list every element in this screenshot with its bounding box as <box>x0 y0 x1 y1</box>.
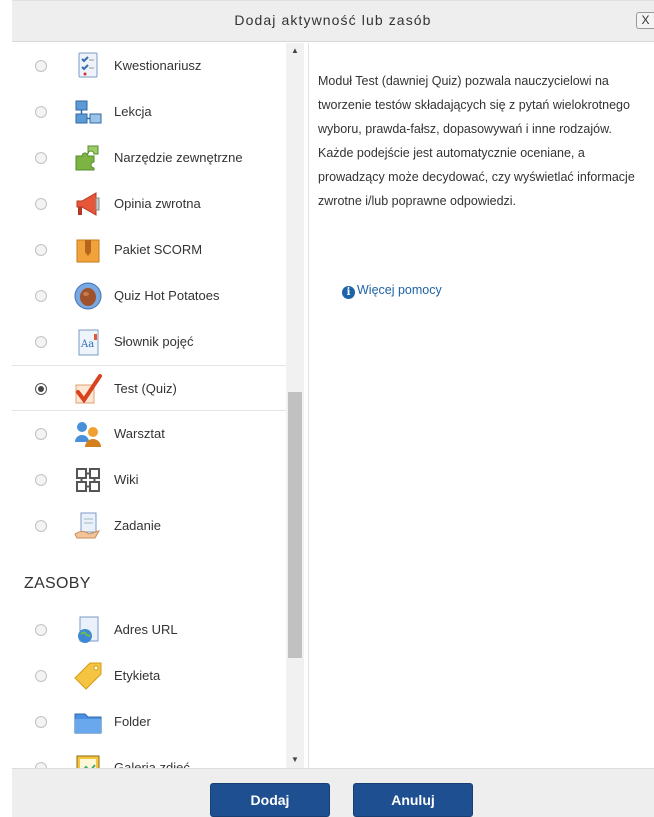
list-item-label: Quiz Hot Potatoes <box>114 288 220 303</box>
list-item[interactable]: Adres URL <box>12 607 284 653</box>
dialog-footer: Dodaj Anuluj <box>12 768 654 817</box>
list-item[interactable]: Lekcja <box>12 89 284 135</box>
puzzle-icon <box>75 145 99 171</box>
module-description: Moduł Test (dawniej Quiz) pozwala nauczy… <box>318 74 635 208</box>
radio-button[interactable] <box>35 198 47 210</box>
add-activity-dialog: Dodaj aktywność lub zasób X Kwestionariu… <box>0 0 654 817</box>
scroll-up-arrow-icon[interactable]: ▲ <box>286 43 304 59</box>
list-item-label: Narzędzie zewnętrzne <box>114 150 243 165</box>
list-item[interactable]: Test (Quiz) <box>12 365 297 411</box>
globe-icon <box>78 616 99 643</box>
radio-button[interactable] <box>35 670 47 682</box>
list-item[interactable]: Zadanie <box>12 503 284 549</box>
list-item[interactable]: Folder <box>12 699 284 745</box>
list-item-label: Opinia zwrotna <box>114 196 201 211</box>
module-description-panel: Moduł Test (dawniej Quiz) pozwala nauczy… <box>310 43 654 768</box>
list-item-label: Słownik pojęć <box>114 334 194 349</box>
glossary-icon: Aa <box>78 329 99 356</box>
list-item[interactable]: Opinia zwrotna <box>12 181 284 227</box>
cancel-button[interactable]: Anuluj <box>353 783 473 817</box>
scrollbar-thumb[interactable] <box>288 392 302 658</box>
radio-button[interactable] <box>35 152 47 164</box>
dialog-title: Dodaj aktywność lub zasób <box>234 12 432 28</box>
list-item-label: Wiki <box>114 472 139 487</box>
radio-button[interactable] <box>35 290 47 302</box>
radio-button[interactable] <box>35 60 47 72</box>
more-help-label: Więcej pomocy <box>357 283 442 297</box>
dialog-header: Dodaj aktywność lub zasób X <box>12 0 654 42</box>
svg-text:Aa: Aa <box>80 339 94 350</box>
megaphone-icon <box>76 192 100 216</box>
label-tag-icon <box>74 662 102 690</box>
radio-button[interactable] <box>35 474 47 486</box>
list-item[interactable]: Galeria zdjęć <box>12 745 284 768</box>
radio-button[interactable] <box>35 106 47 118</box>
scroll-down-arrow-icon[interactable]: ▼ <box>286 752 304 768</box>
list-item-label: Lekcja <box>114 104 152 119</box>
questionnaire-icon <box>78 52 98 78</box>
radio-button[interactable] <box>35 716 47 728</box>
lesson-icon <box>75 100 102 124</box>
list-item[interactable]: Warsztat <box>12 411 284 457</box>
list-item-label: Folder <box>114 714 151 729</box>
list-item-label: Zadanie <box>114 518 161 533</box>
list-item[interactable]: Quiz Hot Potatoes <box>12 273 284 319</box>
scrollbar[interactable]: ▲ ▼ <box>286 43 304 768</box>
radio-button-checked[interactable] <box>35 383 47 395</box>
list-item[interactable]: Narzędzie zewnętrzne <box>12 135 284 181</box>
module-chooser-list: Kwestionariusz Lekcja Narzędzie zewnętrz… <box>12 43 309 768</box>
radio-button[interactable] <box>35 336 47 348</box>
list-item-label: Adres URL <box>114 622 178 637</box>
close-button[interactable]: X <box>636 12 654 29</box>
list-item-label: Test (Quiz) <box>114 381 177 396</box>
list-item-label: Pakiet SCORM <box>114 242 203 257</box>
list-item-label: Warsztat <box>114 426 165 441</box>
package-icon <box>76 239 100 263</box>
list-item[interactable]: Pakiet SCORM <box>12 227 284 273</box>
hot-potatoes-icon <box>74 282 102 310</box>
resources-heading: ZASOBY <box>24 575 91 592</box>
checkmark-icon <box>75 374 102 404</box>
list-item[interactable]: Kwestionariusz <box>12 43 284 89</box>
image-gallery-icon <box>76 755 100 768</box>
radio-button[interactable] <box>35 428 47 440</box>
assignment-icon <box>74 512 101 539</box>
radio-button[interactable] <box>35 520 47 532</box>
folder-icon <box>74 713 102 734</box>
list-item[interactable]: Etykieta <box>12 653 284 699</box>
list-item-label: Kwestionariusz <box>114 58 202 73</box>
wiki-icon <box>76 468 100 492</box>
add-button[interactable]: Dodaj <box>210 783 330 817</box>
info-icon: i <box>342 286 355 299</box>
more-help-link[interactable]: i Więcej pomocy <box>342 283 442 299</box>
radio-button[interactable] <box>35 624 47 636</box>
workshop-icon <box>75 422 101 447</box>
list-item[interactable]: Wiki <box>12 457 284 503</box>
list-item-label: Galeria zdjęć <box>114 760 190 768</box>
list-item[interactable]: Aa Słownik pojęć <box>12 319 284 365</box>
radio-button[interactable] <box>35 244 47 256</box>
list-item-label: Etykieta <box>114 668 161 683</box>
